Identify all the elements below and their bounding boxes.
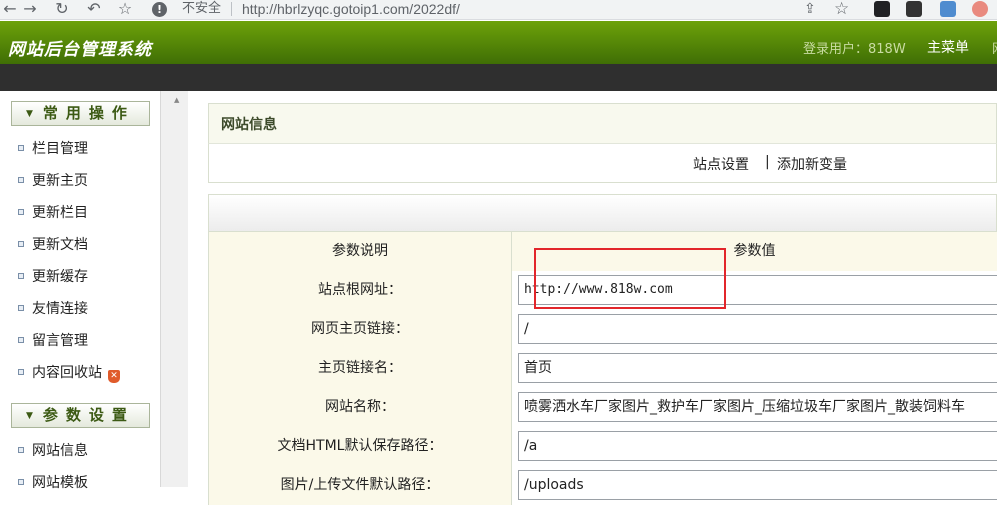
sidebar-item-column-management[interactable]: 栏目管理 (18, 139, 88, 159)
reload-icon[interactable]: ↻ (52, 0, 72, 18)
homepage-link-input[interactable]: / (518, 314, 997, 344)
chevron-down-icon: ▼ (26, 109, 33, 119)
sidebar-item-label: 留言管理 (32, 333, 88, 349)
sidebar-item-label: 网站模板 (32, 475, 88, 491)
panel-links: 站点设置 | 添加新变量 (208, 143, 997, 183)
param-label: 图片/上传文件默认路径： (208, 466, 512, 505)
star-icon[interactable]: ☆ (834, 0, 849, 19)
sidebar-item-update-home[interactable]: 更新主页 (18, 171, 88, 191)
sidebar: ▼ 常用操作 栏目管理 更新主页 更新栏目 更新文档 更新缓存 友情连接 留言管理… (0, 91, 160, 491)
forward-icon[interactable]: → (20, 0, 40, 18)
sidebar-item-message-management[interactable]: 留言管理 (18, 331, 88, 351)
sidebar-item-label: 友情连接 (32, 301, 88, 317)
share-icon[interactable]: ⇪ (804, 1, 816, 17)
sidebar-item-label: 网站信息 (32, 443, 88, 459)
sidebar-item-recycle-bin[interactable]: 内容回收站 ✕ (18, 363, 120, 383)
sidebar-item-label: 更新栏目 (32, 205, 88, 221)
sidebar-item-friend-links[interactable]: 友情连接 (18, 299, 88, 319)
param-label: 主页链接名： (208, 349, 512, 388)
sidebar-item-label: 更新文档 (32, 237, 88, 253)
warning-icon: ! (152, 2, 167, 17)
url-text[interactable]: http://hbrlzyqc.gotoip1.com/2022df/ (242, 0, 460, 18)
site-name-input[interactable]: 喷雾洒水车厂家图片_救护车厂家图片_压缩垃圾车厂家图片_散装饲料车 (518, 392, 997, 422)
table-row: 网页主页链接： / (208, 310, 997, 349)
param-value-cell: 喷雾洒水车厂家图片_救护车厂家图片_压缩垃圾车厂家图片_散装饲料车 (512, 388, 997, 427)
panel-title: 网站信息 (221, 117, 277, 133)
collapse-arrow-icon[interactable]: ▲ (174, 96, 179, 104)
insecure-label: 不安全 (182, 1, 222, 16)
browser-toolbar: ← → ↻ ↶ ☆ ! 不安全 http://hbrlzyqc.gotoip1.… (0, 0, 997, 20)
table-row: 主页链接名： 首页 (208, 349, 997, 388)
panel-header: 网站信息 (208, 103, 997, 143)
sidebar-item-site-info[interactable]: 网站信息 (18, 441, 88, 461)
sidebar-item-update-cache[interactable]: 更新缓存 (18, 267, 88, 287)
bullet-icon (18, 273, 24, 279)
bullet-icon (18, 337, 24, 343)
bookmark-icon[interactable]: ☆ (115, 0, 135, 18)
param-value-cell: 首页 (512, 349, 997, 388)
table-row: 文档HTML默认保存路径： /a (208, 427, 997, 466)
table-row: 网站名称： 喷雾洒水车厂家图片_救护车厂家图片_压缩垃圾车厂家图片_散装饲料车 (208, 388, 997, 427)
param-label: 网站名称： (208, 388, 512, 427)
address-bar[interactable]: ! 不安全 http://hbrlzyqc.gotoip1.com/2022df… (148, 0, 868, 19)
login-user: 登录用户：818W (803, 42, 906, 57)
site-settings-link[interactable]: 站点设置 (693, 154, 749, 174)
nav-bar (0, 64, 997, 91)
table-row: 图片/上传文件默认路径： /uploads (208, 466, 997, 505)
sidebar-item-label: 内容回收站 (32, 365, 102, 381)
sidebar-item-label: 更新缓存 (32, 269, 88, 285)
copy-url-icon[interactable] (906, 1, 922, 17)
extension-icon[interactable] (874, 1, 890, 17)
sidebar-item-update-document[interactable]: 更新文档 (18, 235, 88, 255)
param-value-cell: / (512, 310, 997, 349)
chevron-down-icon: ▼ (26, 411, 33, 421)
param-value-cell: /uploads (512, 466, 997, 505)
main-menu-link[interactable]: 主菜单 (927, 37, 969, 57)
table-caption-bar (208, 194, 997, 232)
section-title: 常用操作 (42, 104, 135, 122)
recycle-bin-icon[interactable]: ✕ (108, 370, 120, 383)
bullet-icon (18, 177, 24, 183)
url-divider (231, 2, 232, 16)
bullet-icon (18, 305, 24, 311)
sidebar-item-update-column[interactable]: 更新栏目 (18, 203, 88, 223)
col-header-param-desc: 参数说明 (208, 232, 512, 271)
python-extension-icon[interactable] (940, 1, 956, 17)
bullet-icon (18, 209, 24, 215)
app-header: 网站后台管理系统 登录用户：818W 主菜单 网 (0, 21, 997, 64)
param-label: 站点根网址： (208, 271, 512, 310)
app-title: 网站后台管理系统 (8, 40, 152, 60)
html-save-path-input[interactable]: /a (518, 431, 997, 461)
section-parameter-settings[interactable]: ▼ 参数设置 (11, 403, 150, 428)
sidebar-item-site-template[interactable]: 网站模板 (18, 473, 88, 493)
sidebar-item-label: 栏目管理 (32, 141, 88, 157)
param-label: 文档HTML默认保存路径： (208, 427, 512, 466)
bullet-icon (18, 241, 24, 247)
section-title: 参数设置 (42, 406, 135, 424)
upload-path-input[interactable]: /uploads (518, 470, 997, 500)
profile-icon[interactable] (972, 1, 988, 17)
header-extra-link[interactable]: 网 (992, 38, 997, 57)
homepage-link-name-input[interactable]: 首页 (518, 353, 997, 383)
highlight-annotation-box (534, 248, 726, 309)
sidebar-item-label: 更新主页 (32, 173, 88, 189)
sidebar-splitter[interactable] (160, 91, 188, 487)
param-value-cell: /a (512, 427, 997, 466)
bullet-icon (18, 479, 24, 485)
undo-icon[interactable]: ↶ (84, 0, 104, 18)
bullet-icon (18, 447, 24, 453)
bullet-icon (18, 145, 24, 151)
section-common-operations[interactable]: ▼ 常用操作 (11, 101, 150, 126)
back-icon[interactable]: ← (0, 0, 20, 18)
link-separator: | (765, 154, 770, 170)
param-label: 网页主页链接： (208, 310, 512, 349)
add-variable-link[interactable]: 添加新变量 (777, 154, 847, 174)
bullet-icon (18, 369, 24, 375)
